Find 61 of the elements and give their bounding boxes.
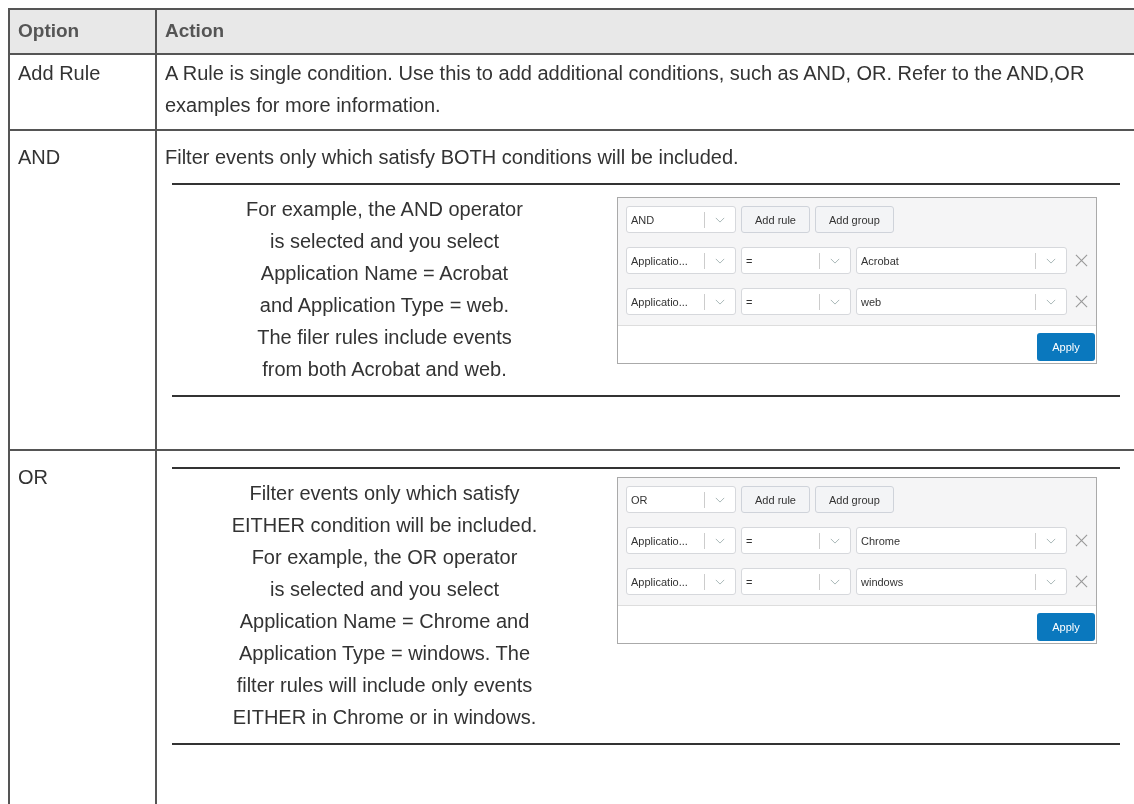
- dropdown-value: Applicatio...: [631, 534, 689, 547]
- add-button[interactable]: Add rule: [741, 486, 810, 513]
- dropdown[interactable]: =: [741, 568, 851, 595]
- dropdown-value: AND: [631, 213, 656, 226]
- dropdown[interactable]: windows: [856, 568, 1067, 595]
- dropdown[interactable]: =: [741, 527, 851, 554]
- chevron-down-icon: [715, 537, 725, 544]
- chevron-down-icon: [715, 496, 725, 503]
- dropdown[interactable]: AND: [626, 206, 736, 233]
- action-description: Filter events only which satisfy BOTH conditions will be included.: [165, 145, 740, 170]
- chevron-down-icon: [715, 298, 725, 305]
- dropdown-value: windows: [861, 575, 905, 588]
- dropdown-value: Applicatio...: [631, 254, 689, 267]
- close-icon[interactable]: [1075, 534, 1088, 547]
- dropdown[interactable]: web: [856, 288, 1067, 315]
- chevron-down-icon: [830, 257, 840, 264]
- dropdown-value: Chrome: [861, 534, 902, 547]
- close-icon[interactable]: [1075, 254, 1088, 267]
- column-header: Option: [18, 20, 80, 41]
- dropdown-value: Applicatio...: [631, 575, 689, 588]
- chevron-down-icon: [715, 216, 725, 223]
- chevron-down-icon: [1046, 578, 1056, 585]
- dropdown[interactable]: OR: [626, 486, 736, 513]
- add-button[interactable]: Add group: [815, 206, 894, 233]
- add-button[interactable]: Add group: [815, 486, 894, 513]
- dropdown-value: =: [746, 534, 754, 547]
- dropdown-value: web: [861, 295, 883, 308]
- dropdown-value: Applicatio...: [631, 295, 689, 308]
- chevron-down-icon: [1046, 257, 1056, 264]
- close-icon[interactable]: [1075, 575, 1088, 588]
- dropdown-value: =: [746, 295, 754, 308]
- option-name: AND: [18, 146, 61, 168]
- dropdown[interactable]: Applicatio...: [626, 568, 736, 595]
- dropdown[interactable]: Applicatio...: [626, 527, 736, 554]
- chevron-down-icon: [830, 537, 840, 544]
- apply-button[interactable]: Apply: [1037, 613, 1095, 641]
- chevron-down-icon: [1046, 537, 1056, 544]
- example-description: Filter events only which satisfy EITHER condition will be included. For example, the OR operator is selected and you select Application Name = Chrome and Application Type = windows. The filter rules will include only events EITHER in Chrome or in windows.: [230, 481, 539, 730]
- dropdown[interactable]: Acrobat: [856, 247, 1067, 274]
- example-description: For example, the AND operator is selected and you select Application Name = Acrobat and Application Type = web. The filer rules include events from both Acrobat and web.: [245, 197, 524, 382]
- chevron-down-icon: [715, 578, 725, 585]
- chevron-down-icon: [715, 257, 725, 264]
- dropdown[interactable]: Applicatio...: [626, 288, 736, 315]
- chevron-down-icon: [830, 578, 840, 585]
- dropdown-value: Acrobat: [861, 254, 900, 267]
- action-description: A Rule is single condition. Use this to add additional conditions, such as AND, OR. Refer to the AND,OR examples for more information.: [165, 61, 1086, 118]
- dropdown-value: =: [746, 254, 754, 267]
- dropdown[interactable]: =: [741, 288, 851, 315]
- apply-button[interactable]: Apply: [1037, 333, 1095, 361]
- add-button[interactable]: Add rule: [741, 206, 810, 233]
- option-name: Add Rule: [18, 62, 101, 84]
- dropdown-value: OR: [631, 493, 649, 506]
- dropdown[interactable]: Applicatio...: [626, 247, 736, 274]
- chevron-down-icon: [830, 298, 840, 305]
- chevron-down-icon: [1046, 298, 1056, 305]
- dropdown[interactable]: Chrome: [856, 527, 1067, 554]
- option-name: OR: [18, 466, 48, 488]
- dropdown[interactable]: =: [741, 247, 851, 274]
- dropdown-value: =: [746, 575, 754, 588]
- column-header: Action: [165, 20, 225, 41]
- close-icon[interactable]: [1075, 295, 1088, 308]
